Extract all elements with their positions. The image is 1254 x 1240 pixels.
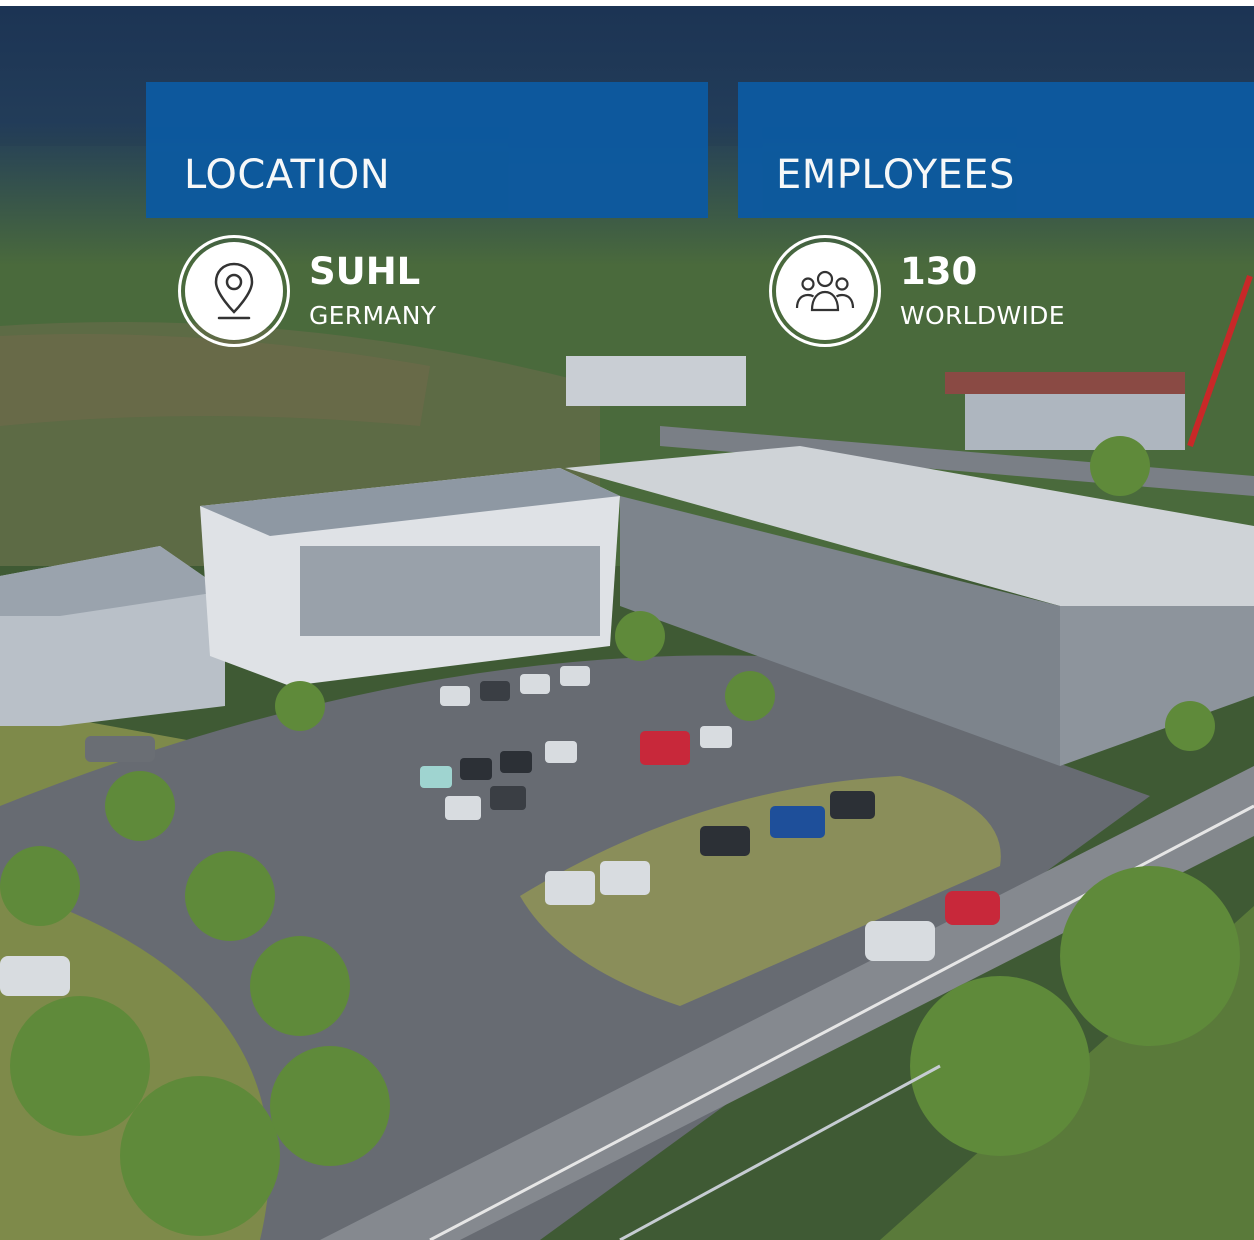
employees-count: 130 <box>900 250 978 293</box>
location-stat: SUHL GERMANY <box>178 235 638 351</box>
map-pin-icon <box>214 262 254 320</box>
location-country: GERMANY <box>309 301 437 330</box>
employees-banner: EMPLOYEES <box>738 82 1254 218</box>
employees-badge <box>769 235 881 347</box>
location-banner: LOCATION <box>146 82 708 218</box>
location-label: LOCATION <box>184 152 391 198</box>
employees-stat: 130 WORLDWIDE <box>769 235 1229 351</box>
location-badge <box>178 235 290 347</box>
location-city: SUHL <box>309 250 421 293</box>
people-group-icon <box>795 270 855 312</box>
employees-scope: WORLDWIDE <box>900 301 1065 330</box>
employees-label: EMPLOYEES <box>776 152 1015 198</box>
